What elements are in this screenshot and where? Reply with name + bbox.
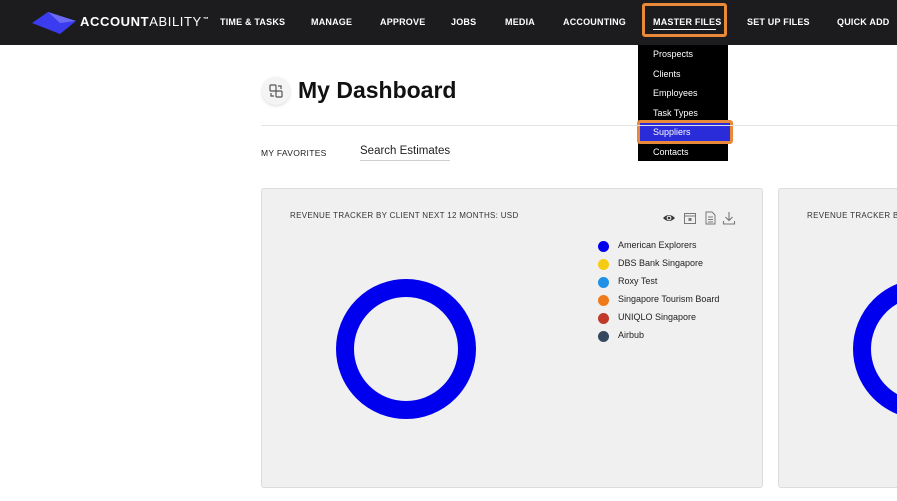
card-toolbar	[662, 211, 742, 227]
revenue-tracker-card-2: REVENUE TRACKER BY	[778, 188, 897, 488]
eye-icon[interactable]	[662, 211, 676, 225]
calendar-icon[interactable]	[683, 211, 697, 225]
nav-media[interactable]: MEDIA	[505, 17, 535, 27]
favorite-link-search-estimates[interactable]: Search Estimates	[360, 145, 451, 161]
revenue-donut-chart-2	[853, 284, 897, 414]
top-navigation-bar: ACCOUNTABILITY™ TIME & TASKS MANAGE APPR…	[0, 0, 897, 45]
legend-dot	[598, 295, 609, 306]
nav-jobs[interactable]: JOBS	[451, 17, 476, 27]
brand-name: ACCOUNTABILITY™	[80, 14, 210, 29]
legend-dot	[598, 277, 609, 288]
document-icon[interactable]	[703, 211, 717, 225]
card-title: REVENUE TRACKER BY CLIENT NEXT 12 MONTHS…	[290, 211, 519, 220]
download-icon[interactable]	[722, 211, 736, 225]
dropdown-item-prospects[interactable]: Prospects	[653, 49, 693, 59]
legend-dot	[598, 331, 609, 342]
nav-time-and-tasks[interactable]: TIME & TASKS	[220, 17, 285, 27]
legend-dot	[598, 241, 609, 252]
donut-slice-american-explorers[interactable]	[853, 284, 897, 414]
nav-master-files[interactable]: MASTER FILES	[653, 17, 721, 27]
nav-accounting[interactable]: ACCOUNTING	[563, 17, 626, 27]
revenue-donut-chart	[336, 279, 476, 419]
nav-approve[interactable]: APPROVE	[380, 17, 425, 27]
dropdown-item-contacts[interactable]: Contacts	[653, 147, 689, 157]
dropdown-item-employees[interactable]: Employees	[653, 88, 698, 98]
card-title: REVENUE TRACKER BY	[807, 211, 897, 220]
nav-quick-add[interactable]: QUICK ADD	[837, 17, 889, 27]
page-title: My Dashboard	[298, 77, 457, 103]
nav-manage[interactable]: MANAGE	[311, 17, 352, 27]
dashboard-switch-icon[interactable]	[262, 77, 290, 105]
legend-label: Roxy Test	[618, 276, 658, 286]
revenue-tracker-card: REVENUE TRACKER BY CLIENT NEXT 12 MONTHS…	[261, 188, 763, 488]
header-divider	[261, 125, 897, 126]
accountability-logo-icon[interactable]	[30, 10, 78, 36]
my-favorites-label: MY FAVORITES	[261, 148, 327, 158]
legend-label: American Explorers	[618, 240, 697, 250]
legend-label: Singapore Tourism Board	[618, 294, 720, 304]
legend-label: DBS Bank Singapore	[618, 258, 704, 268]
legend-label: Airbub	[618, 330, 645, 340]
dropdown-item-task-types[interactable]: Task Types	[653, 108, 698, 118]
nav-set-up-files[interactable]: SET UP FILES	[747, 17, 810, 27]
legend-label: UNIQLO Singapore	[618, 312, 697, 322]
legend-dot	[598, 259, 609, 270]
donut-slice-american-explorers[interactable]	[336, 279, 476, 419]
legend-dot	[598, 313, 609, 324]
dropdown-item-suppliers[interactable]: Suppliers	[653, 127, 691, 137]
dropdown-item-clients[interactable]: Clients	[653, 69, 681, 79]
